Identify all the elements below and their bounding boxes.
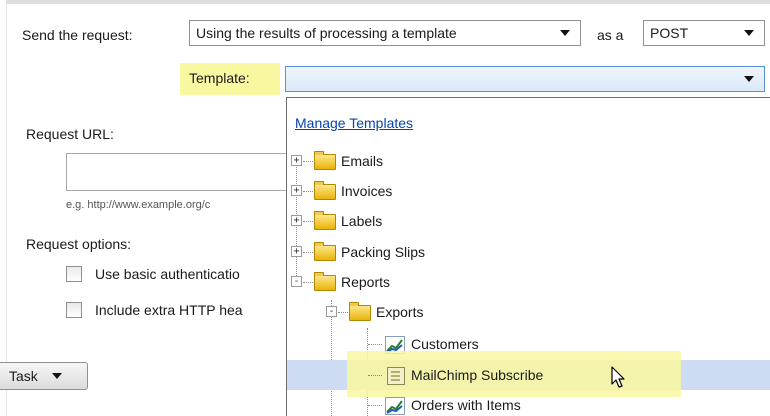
tree-item-label: MailChimp Subscribe <box>411 367 544 383</box>
tree-connector <box>338 312 348 313</box>
tree-item-label: Exports <box>376 304 424 320</box>
document-glyph <box>391 371 400 381</box>
basic-auth-label: Use basic authenticatio <box>95 266 240 282</box>
method-select[interactable]: POST <box>643 20 765 46</box>
tree-item-label: Invoices <box>341 183 393 199</box>
expand-plus-icon[interactable]: + <box>291 246 302 257</box>
template-select[interactable] <box>285 66 765 92</box>
tree-connector <box>303 252 313 253</box>
tree-item-packing-slips[interactable]: + Packing Slips <box>287 238 770 266</box>
task-button[interactable]: Task <box>0 362 88 390</box>
send-request-label: Send the request: <box>22 27 133 43</box>
request-options-label: Request options: <box>26 236 132 252</box>
template-label: Template: <box>189 70 250 86</box>
folder-icon <box>314 151 336 170</box>
manage-templates-link[interactable]: Manage Templates <box>295 115 413 131</box>
tree-connector <box>303 282 313 283</box>
tree-connector <box>303 161 313 162</box>
collapse-minus-icon[interactable]: - <box>291 276 302 287</box>
folder-icon <box>314 242 336 261</box>
tree-item-mailchimp-subscribe[interactable]: MailChimp Subscribe <box>287 351 770 397</box>
window-left-border <box>0 0 7 416</box>
folder-icon <box>314 181 336 200</box>
tree-item-label: Reports <box>341 274 391 290</box>
mouse-cursor-icon <box>611 366 625 388</box>
chart-glyph <box>386 400 403 414</box>
tree-item-labels[interactable]: + Labels <box>287 207 770 235</box>
tree-item-label: Labels <box>341 213 383 229</box>
chevron-down-icon <box>744 30 754 36</box>
tree-item-label: Orders with Items <box>411 397 521 413</box>
window-top-border <box>0 0 770 4</box>
basic-auth-checkbox[interactable] <box>66 266 82 282</box>
expand-plus-icon[interactable]: + <box>291 155 302 166</box>
tree-item-label: Packing Slips <box>341 244 426 260</box>
folder-icon <box>314 211 336 230</box>
send-request-value: Using the results of processing a templa… <box>196 25 457 41</box>
template-dropdown: Manage Templates + Emails + Invoices + L… <box>286 97 770 416</box>
tree-item-emails[interactable]: + Emails <box>287 147 770 175</box>
request-url-label: Request URL: <box>26 126 114 142</box>
expand-plus-icon[interactable]: + <box>291 185 302 196</box>
as-a-label: as a <box>597 27 624 43</box>
chevron-down-icon <box>51 373 62 379</box>
tree-item-invoices[interactable]: + Invoices <box>287 177 770 205</box>
method-value: POST <box>650 25 689 41</box>
tree-item-reports[interactable]: - Reports <box>287 268 770 296</box>
request-url-hint: e.g. http://www.example.org/c <box>66 199 211 211</box>
tree-connector <box>303 191 313 192</box>
chart-icon <box>385 397 405 415</box>
expand-plus-icon[interactable]: + <box>291 215 302 226</box>
tree-connector <box>303 221 313 222</box>
task-button-label: Task <box>9 368 38 384</box>
extra-headers-checkbox[interactable] <box>66 302 82 318</box>
chevron-down-icon <box>560 30 570 36</box>
tree-connector <box>368 405 382 406</box>
extra-headers-label: Include extra HTTP hea <box>95 302 243 318</box>
document-icon <box>387 367 405 385</box>
tree-item-exports[interactable]: - Exports <box>287 298 770 326</box>
send-request-select[interactable]: Using the results of processing a templa… <box>189 20 581 46</box>
folder-icon <box>314 272 336 291</box>
chevron-down-icon <box>744 76 754 82</box>
tree-connector <box>368 375 382 376</box>
tree-item-label: Emails <box>341 153 384 169</box>
collapse-minus-icon[interactable]: - <box>326 306 337 317</box>
tree-connector <box>368 344 382 345</box>
tree-item-orders-with-items[interactable]: Orders with Items <box>287 391 770 416</box>
folder-icon <box>349 302 371 321</box>
request-url-input[interactable] <box>66 153 306 191</box>
